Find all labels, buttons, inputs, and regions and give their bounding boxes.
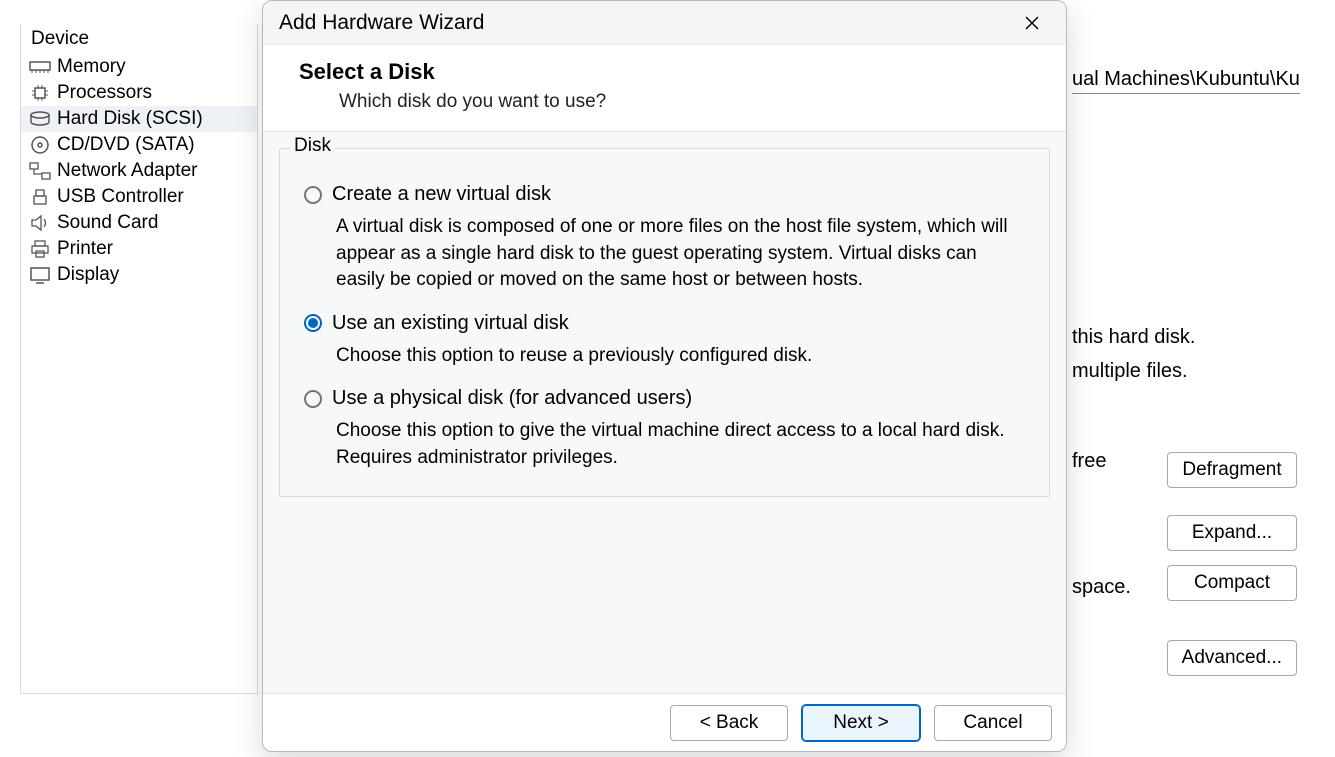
back-button[interactable]: < Back (670, 705, 788, 741)
cpu-icon (29, 83, 51, 103)
display-icon (29, 265, 51, 285)
wizard-footer: < Back Next > Cancel (263, 693, 1066, 751)
hard-disk-icon (29, 109, 51, 129)
device-label: Processors (57, 82, 152, 104)
usb-icon (29, 187, 51, 207)
device-item-printer[interactable]: Printer (21, 236, 257, 262)
device-item-cd-dvd[interactable]: CD/DVD (SATA) (21, 132, 257, 158)
device-item-display[interactable]: Display (21, 262, 257, 288)
disk-file-path-fragment: ual Machines\Kubuntu\Ku (1072, 68, 1300, 94)
memory-icon (29, 57, 51, 77)
wizard-title: Add Hardware Wizard (279, 11, 1014, 35)
expand-button[interactable]: Expand... (1167, 515, 1297, 551)
cancel-button[interactable]: Cancel (934, 705, 1052, 741)
wizard-subheading: Which disk do you want to use? (299, 91, 1030, 113)
printer-icon (29, 239, 51, 259)
device-label: Hard Disk (SCSI) (57, 108, 203, 130)
radio-create-new-disk[interactable]: Create a new virtual disk (304, 183, 1025, 206)
close-icon (1024, 15, 1040, 31)
device-label: USB Controller (57, 186, 184, 208)
network-icon (29, 161, 51, 181)
text-fragment-free: free (1072, 450, 1106, 473)
device-panel: Device Memory Processors Hard Disk (SCSI… (20, 24, 258, 694)
device-label: Display (57, 264, 119, 286)
radio-icon (304, 390, 322, 408)
device-item-processors[interactable]: Processors (21, 80, 257, 106)
device-header-label: Device (21, 24, 257, 54)
text-fragment-space: space. (1072, 576, 1131, 599)
radio-option-create-new: Create a new virtual disk A virtual disk… (304, 183, 1025, 294)
device-label: Network Adapter (57, 160, 197, 182)
radio-icon (304, 314, 322, 332)
device-item-hard-disk[interactable]: Hard Disk (SCSI) (21, 106, 257, 132)
radio-description: A virtual disk is composed of one or mor… (304, 214, 1025, 294)
close-button[interactable] (1014, 5, 1050, 41)
device-label: Printer (57, 238, 113, 260)
device-list: Memory Processors Hard Disk (SCSI) CD/DV… (21, 54, 257, 288)
radio-label: Use a physical disk (for advanced users) (332, 387, 692, 410)
radio-label: Use an existing virtual disk (332, 312, 569, 335)
radio-icon (304, 186, 322, 204)
text-fragment-multiplefiles: multiple files. (1072, 360, 1188, 383)
sound-icon (29, 213, 51, 233)
advanced-button[interactable]: Advanced... (1167, 640, 1297, 676)
wizard-heading: Select a Disk (299, 59, 1030, 85)
defragment-button[interactable]: Defragment (1167, 452, 1297, 488)
device-label: Sound Card (57, 212, 158, 234)
device-item-usb[interactable]: USB Controller (21, 184, 257, 210)
radio-description: Choose this option to give the virtual m… (304, 418, 1025, 471)
disk-groupbox: Disk Create a new virtual disk A virtual… (279, 148, 1050, 497)
groupbox-legend: Disk (290, 135, 335, 157)
device-item-memory[interactable]: Memory (21, 54, 257, 80)
device-label: Memory (57, 56, 126, 78)
device-item-sound[interactable]: Sound Card (21, 210, 257, 236)
disc-icon (29, 135, 51, 155)
radio-option-physical: Use a physical disk (for advanced users)… (304, 387, 1025, 471)
radio-description: Choose this option to reuse a previously… (304, 343, 1025, 370)
radio-label: Create a new virtual disk (332, 183, 551, 206)
radio-use-physical-disk[interactable]: Use a physical disk (for advanced users) (304, 387, 1025, 410)
wizard-body: Disk Create a new virtual disk A virtual… (263, 131, 1066, 693)
text-fragment-harddisk: this hard disk. (1072, 326, 1195, 349)
wizard-header: Select a Disk Which disk do you want to … (263, 45, 1066, 131)
wizard-titlebar: Add Hardware Wizard (263, 1, 1066, 45)
next-button[interactable]: Next > (802, 705, 920, 741)
compact-button[interactable]: Compact (1167, 565, 1297, 601)
radio-option-use-existing: Use an existing virtual disk Choose this… (304, 312, 1025, 370)
device-item-network[interactable]: Network Adapter (21, 158, 257, 184)
add-hardware-wizard-dialog: Add Hardware Wizard Select a Disk Which … (262, 0, 1067, 752)
radio-use-existing-disk[interactable]: Use an existing virtual disk (304, 312, 1025, 335)
device-label: CD/DVD (SATA) (57, 134, 195, 156)
